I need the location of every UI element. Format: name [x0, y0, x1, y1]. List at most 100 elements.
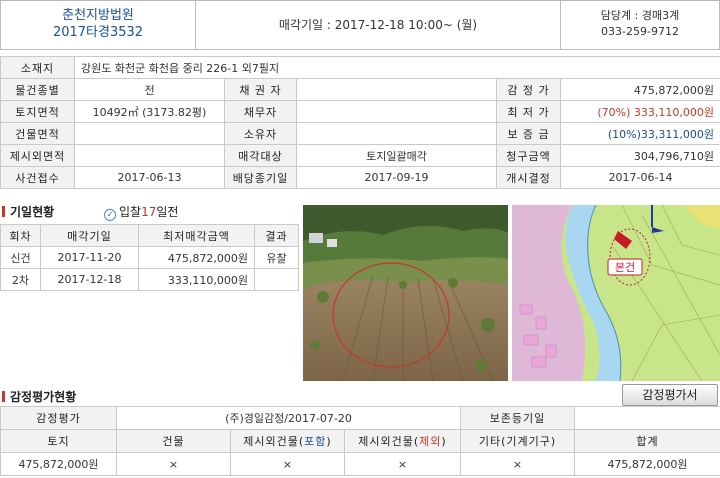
- property-photo[interactable]: [303, 205, 508, 381]
- info-value: 10492㎡ (3173.82평): [74, 100, 225, 123]
- header-text: ): [326, 435, 332, 448]
- appraisal-table: 감정평가 (주)경일감정/2017-07-20 보존등기일 토지 건물 제시외건…: [0, 406, 720, 476]
- header-text: 제시외건물(: [358, 435, 420, 448]
- info-value: 토지일괄매각: [296, 144, 497, 167]
- appraisal-price: 475,872,000원: [559, 78, 720, 101]
- info-value: [74, 122, 225, 145]
- map-marker-label: 본건: [615, 261, 635, 274]
- map-image: 본건: [512, 205, 720, 381]
- appraiser-value: (주)경일감정/2017-07-20: [116, 406, 461, 430]
- date-cell: 2017-12-18: [40, 268, 139, 291]
- minimum-price: (70%) 333,110,000원: [559, 100, 720, 123]
- bid-note-prefix: 입찰: [119, 205, 142, 219]
- info-value: [74, 144, 225, 167]
- price-cell: 333,110,000원: [138, 268, 255, 291]
- excl-value: ×: [344, 452, 461, 476]
- info-label: 소유자: [224, 122, 297, 145]
- info-row: 사건접수 2017-06-13 배당종기일 2017-09-19 개시결정 20…: [0, 166, 720, 189]
- column-header: 기타(기계기구): [460, 429, 575, 453]
- column-header: 매각기일: [40, 224, 139, 247]
- info-label: 매각대상: [224, 144, 297, 167]
- column-header: 제시외건물(포함): [230, 429, 345, 453]
- info-row: 제시외면적 매각대상 토지일괄매각 청구금액 304,796,710원: [0, 144, 720, 167]
- court-cell: 춘천지방법원 2017타경3532: [1, 1, 196, 49]
- info-label: 청구금액: [496, 144, 561, 167]
- case-header: 춘천지방법원 2017타경3532 매각기일 : 2017-12-18 10:0…: [0, 0, 720, 50]
- table-row: 475,872,000원 × × × × 475,872,000원: [0, 452, 720, 476]
- column-header: 토지: [0, 429, 117, 453]
- department: 담당계 : 경매3계: [600, 9, 680, 22]
- location-row: 소재지 강원도 화천군 화천읍 중리 226-1 외7필지: [0, 56, 720, 79]
- appraisal-title-text: 감정평가현황: [10, 390, 77, 404]
- incl-value: ×: [230, 452, 345, 476]
- check-circle-icon: ✓: [104, 209, 116, 221]
- appraisal-header-row: 토지 건물 제시외건물(포함) 제시외건물(제외) 기타(기계기구) 합계: [0, 429, 720, 453]
- phone-number: 033-259-9712: [601, 25, 679, 38]
- info-label: 감 정 가: [496, 78, 561, 101]
- info-label: 사건접수: [0, 166, 75, 189]
- dept-cell: 담당계 : 경매3계 033-259-9712: [561, 1, 719, 49]
- info-label: 채 권 자: [224, 78, 297, 101]
- table-row: 2차 2017-12-18 333,110,000원: [0, 268, 299, 291]
- round-cell: 2차: [0, 268, 41, 291]
- table-header-row: 회차 매각기일 최저매각금액 결과: [0, 224, 299, 247]
- info-value: 2017-06-13: [74, 166, 225, 189]
- result-cell: [254, 268, 299, 291]
- included-word: 포함: [304, 435, 327, 448]
- appraisal-summary-row: 감정평가 (주)경일감정/2017-07-20 보존등기일: [0, 406, 720, 430]
- total-value: 475,872,000원: [574, 452, 720, 476]
- info-row: 토지면적 10492㎡ (3173.82평) 채무자 최 저 가 (70%) 3…: [0, 100, 720, 123]
- info-value: 2017-09-19: [296, 166, 497, 189]
- column-header: 회차: [0, 224, 41, 247]
- history-title-text: 기일현황: [10, 205, 55, 219]
- info-label: 건물면적: [0, 122, 75, 145]
- property-info-table: 소재지 강원도 화천군 화천읍 중리 226-1 외7필지 물건종별 전 채 권…: [0, 56, 720, 189]
- header-text: ): [441, 435, 447, 448]
- registration-value: [574, 406, 720, 430]
- location-map[interactable]: 본건: [512, 205, 720, 381]
- claim-amount: 304,796,710원: [559, 144, 720, 167]
- court-name: 춘천지방법원: [62, 8, 134, 23]
- sale-history-table: 회차 매각기일 최저매각금액 결과 신건 2017-11-20 475,872,…: [0, 224, 299, 291]
- column-header: 건물: [116, 429, 231, 453]
- info-value: [296, 122, 497, 145]
- header-text: 제시외건물(: [243, 435, 305, 448]
- excluded-word: 제외: [419, 435, 442, 448]
- land-value: 475,872,000원: [0, 452, 117, 476]
- info-label: 최 저 가: [496, 100, 561, 123]
- location-value: 강원도 화천군 화천읍 중리 226-1 외7필지: [73, 56, 720, 79]
- result-cell: 유찰: [254, 246, 299, 269]
- location-label: 소재지: [0, 56, 75, 79]
- appraisal-report-button[interactable]: 감정평가서: [622, 384, 718, 406]
- sale-date: 매각기일 : 2017-12-18 10:00~ (월): [196, 1, 561, 49]
- appraisal-label: 감정평가: [0, 406, 117, 430]
- section-marker-icon: [2, 206, 5, 217]
- info-value: [296, 100, 497, 123]
- history-title: 기일현황: [2, 203, 54, 220]
- building-value: ×: [116, 452, 231, 476]
- deposit-amount: (10%)33,311,000원: [559, 122, 720, 145]
- column-header: 결과: [254, 224, 299, 247]
- info-label: 제시외면적: [0, 144, 75, 167]
- field-photo-image: [303, 205, 508, 381]
- info-label: 채무자: [224, 100, 297, 123]
- info-row: 물건종별 전 채 권 자 감 정 가 475,872,000원: [0, 78, 720, 101]
- price-cell: 475,872,000원: [138, 246, 255, 269]
- bid-note-suffix: 일전: [156, 205, 179, 219]
- info-label: 물건종별: [0, 78, 75, 101]
- registration-label: 보존등기일: [460, 406, 575, 430]
- column-header: 합계: [574, 429, 720, 453]
- info-row: 건물면적 소유자 보 증 금 (10%)33,311,000원: [0, 122, 720, 145]
- other-value: ×: [460, 452, 575, 476]
- info-label: 배당종기일: [224, 166, 297, 189]
- column-header: 최저매각금액: [138, 224, 255, 247]
- info-label: 개시결정: [496, 166, 561, 189]
- info-label: 보 증 금: [496, 122, 561, 145]
- round-cell: 신건: [0, 246, 41, 269]
- column-header: 제시외건물(제외): [344, 429, 461, 453]
- case-number: 2017타경3532: [52, 25, 144, 40]
- table-row: 신건 2017-11-20 475,872,000원 유찰: [0, 246, 299, 269]
- section-marker-icon: [2, 391, 5, 402]
- info-value: [296, 78, 497, 101]
- bid-days-number: 17: [141, 205, 157, 219]
